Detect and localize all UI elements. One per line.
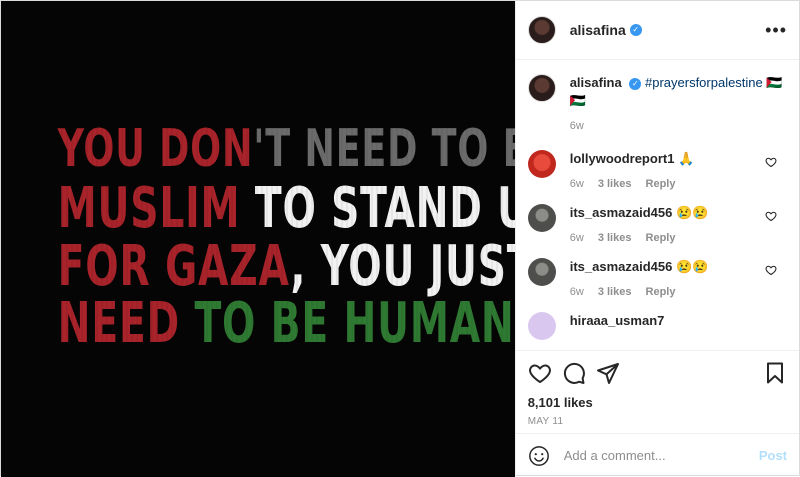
comment-username[interactable]: lollywoodreport1	[570, 151, 675, 166]
comment-item: hiraaa_usman7	[527, 312, 787, 340]
commenter-avatar[interactable]	[527, 312, 556, 340]
caption-avatar[interactable]	[527, 74, 556, 102]
comment-item: lollywoodreport1 🙏 6w 3 likes Reply	[527, 150, 787, 190]
post-date: MAY 11	[527, 416, 564, 427]
reply-button[interactable]: Reply	[646, 178, 676, 190]
comments-list[interactable]: alisafina ✓ #prayersforpalestine 🇵🇸 🇵🇸 6…	[516, 60, 799, 350]
author-avatar[interactable]	[527, 16, 556, 44]
commenter-avatar[interactable]	[527, 258, 556, 286]
caption: alisafina ✓ #prayersforpalestine 🇵🇸 🇵🇸 6…	[527, 74, 787, 132]
add-comment-bar: Post	[515, 433, 799, 477]
comment-likes[interactable]: 3 likes	[598, 286, 632, 298]
likes-count[interactable]: 8,101 likes	[528, 395, 787, 410]
comment-item: its_asmazaid456 😢😢 6w 3 likes Reply	[527, 258, 787, 298]
comment-text: 😢😢	[675, 205, 709, 220]
comment-age: 6w	[569, 286, 584, 298]
caption-username[interactable]: alisafina	[570, 75, 622, 90]
post-image[interactable]: YOU DON'T NEED TO BE MUSLIM TO STAND UP …	[1, 1, 515, 477]
comment-likes[interactable]: 3 likes	[598, 232, 632, 244]
image-text-line-2: MUSLIM TO STAND UP	[57, 176, 515, 241]
comment-age: 6w	[569, 232, 584, 244]
comment-item: its_asmazaid456 😢😢 6w 3 likes Reply	[527, 204, 787, 244]
share-paper-plane-icon[interactable]	[596, 361, 620, 385]
smiley-icon[interactable]	[528, 445, 550, 467]
comment-like-heart-icon[interactable]	[765, 156, 777, 168]
post-actions: 8,101 likes MAY 11	[515, 350, 799, 433]
reply-button[interactable]: Reply	[646, 232, 676, 244]
post-comment-button[interactable]: Post	[759, 448, 787, 463]
image-text-line-3: FOR GAZA, YOU JUST	[57, 234, 515, 299]
commenter-avatar[interactable]	[527, 150, 556, 178]
instagram-post: YOU DON'T NEED TO BE MUSLIM TO STAND UP …	[0, 0, 800, 477]
like-heart-icon[interactable]	[528, 361, 552, 385]
comment-like-heart-icon[interactable]	[765, 264, 777, 276]
comment-bubble-icon[interactable]	[562, 361, 586, 385]
comment-username[interactable]: its_asmazaid456	[570, 259, 673, 274]
comment-input[interactable]	[563, 448, 759, 463]
image-text-line-4: NEED TO BE HUMAN.	[57, 291, 515, 356]
post-sidebar: alisafina ✓ ••• alisafina ✓ #prayersforp…	[514, 1, 799, 477]
verified-badge-icon: ✓	[629, 24, 642, 36]
author-username[interactable]: alisafina	[570, 22, 626, 38]
bookmark-icon[interactable]	[763, 361, 787, 385]
commenter-avatar[interactable]	[527, 204, 556, 232]
comment-username[interactable]: its_asmazaid456	[570, 205, 673, 220]
image-text-line-1: YOU DON'T NEED TO BE	[57, 119, 515, 179]
caption-age: 6w	[569, 120, 584, 132]
comment-text: 🙏	[678, 151, 695, 166]
comment-like-heart-icon[interactable]	[765, 210, 777, 222]
post-header: alisafina ✓ •••	[515, 1, 799, 60]
verified-badge-icon: ✓	[629, 77, 642, 90]
comment-text: 😢😢	[675, 259, 709, 274]
comment-likes[interactable]: 3 likes	[598, 178, 632, 190]
more-options-icon[interactable]: •••	[765, 21, 787, 39]
comment-age: 6w	[569, 178, 584, 190]
comment-username[interactable]: hiraaa_usman7	[570, 313, 665, 328]
reply-button[interactable]: Reply	[646, 286, 676, 298]
caption-hashtag[interactable]: #prayersforpalestine	[645, 75, 763, 90]
